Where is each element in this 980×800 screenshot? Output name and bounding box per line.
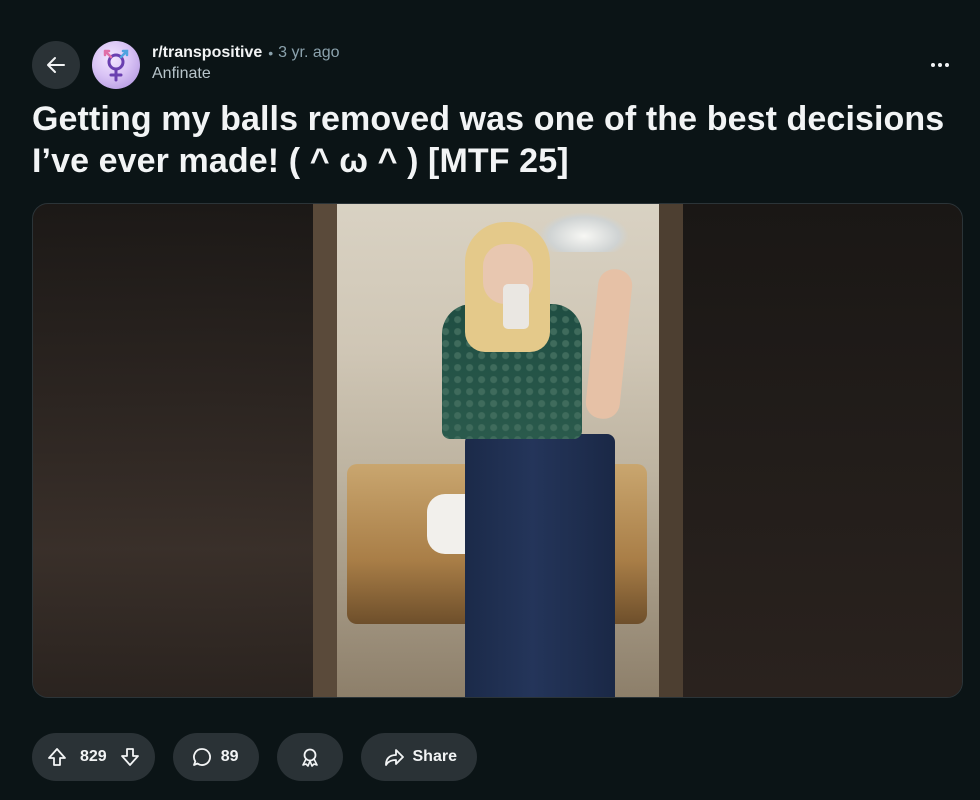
upvote-count: 829 <box>80 748 107 765</box>
image-blur-backdrop-left <box>33 204 313 697</box>
post-image[interactable] <box>32 203 963 698</box>
meta-separator: • <box>268 45 274 61</box>
back-arrow-icon <box>45 54 67 76</box>
upvote-arrow-icon[interactable] <box>46 746 68 768</box>
transgender-symbol-icon <box>99 46 133 84</box>
image-blur-backdrop-right <box>682 204 962 697</box>
person-jeans <box>465 434 615 697</box>
author-link[interactable]: Anfinate <box>152 65 340 83</box>
vote-control: 829 <box>32 733 155 781</box>
post-title: Getting my balls removed was one of the … <box>32 100 945 180</box>
mirror-selfie-photo <box>313 204 683 697</box>
subreddit-avatar[interactable] <box>92 41 140 89</box>
more-options-button[interactable] <box>920 48 960 82</box>
person-raised-arm <box>584 267 634 421</box>
comment-bubble-icon <box>191 746 213 768</box>
share-label: Share <box>412 748 457 765</box>
back-button[interactable] <box>32 41 80 89</box>
phone <box>503 284 529 329</box>
post-time: 3 yr. ago <box>278 44 340 61</box>
post-meta: r/transpositive • 3 yr. ago Anfinate <box>152 42 340 83</box>
share-arrow-icon <box>383 746 405 768</box>
comments-button[interactable]: 89 <box>172 733 259 781</box>
post-action-bar: 829 89 Share <box>32 733 477 781</box>
more-options-icon <box>931 63 949 67</box>
post-detail-page: r/transpositive • 3 yr. ago Anfinate Get… <box>0 0 980 800</box>
subreddit-link[interactable]: r/transpositive <box>152 44 262 62</box>
downvote-arrow-icon[interactable] <box>119 746 141 768</box>
ceiling-fan-light <box>539 212 629 252</box>
award-icon <box>299 746 321 768</box>
award-button[interactable] <box>276 733 343 781</box>
share-button[interactable]: Share <box>360 733 477 781</box>
comment-count: 89 <box>220 748 239 765</box>
